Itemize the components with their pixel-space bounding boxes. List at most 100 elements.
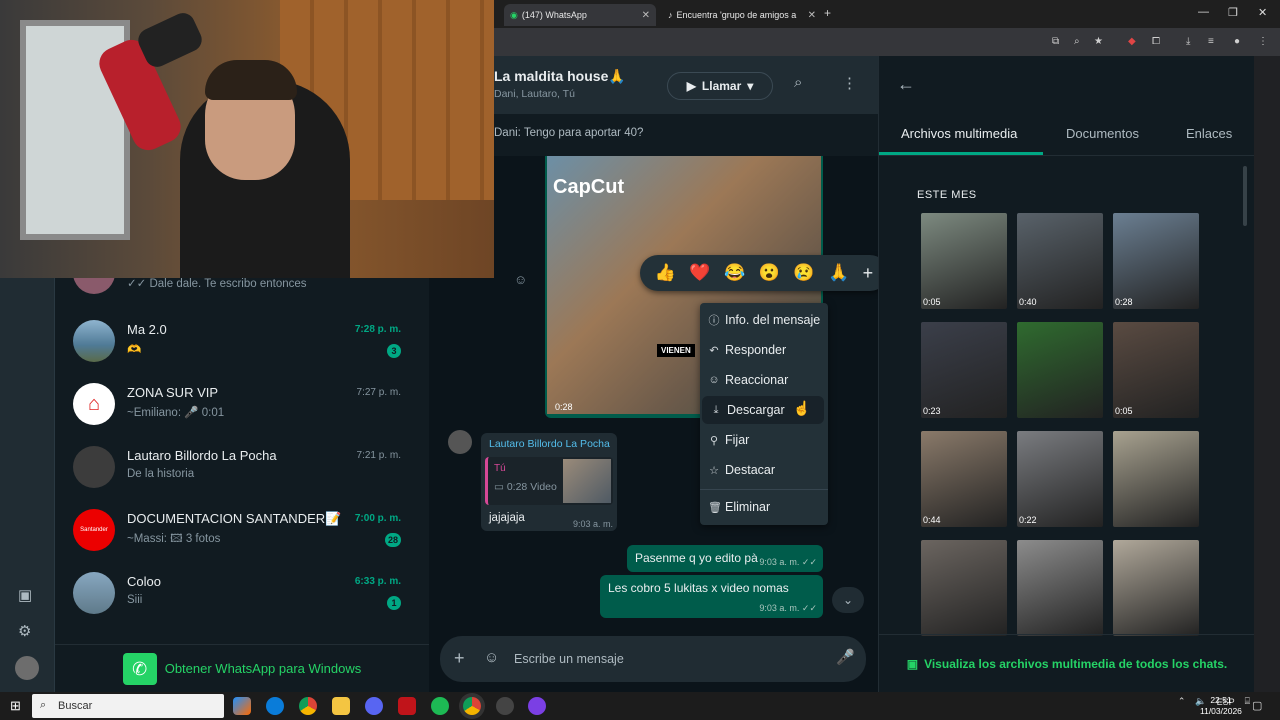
reaction-pray[interactable]: 🙏 [828, 263, 849, 283]
tab-documents[interactable]: Documentos [1066, 126, 1139, 141]
back-arrow-icon[interactable]: ← [897, 74, 915, 95]
view-all-media-link[interactable]: ▣ Visualiza los archivos multimedia de t… [879, 634, 1255, 692]
reaction-wow[interactable]: 😮 [759, 263, 780, 283]
media-thumbnail[interactable] [1017, 540, 1103, 636]
chat-list-item[interactable]: ⌂ ZONA SUR VIP 7:27 p. m. ~Emiliano: 🎤 0… [55, 375, 429, 438]
media-thumbnail[interactable] [921, 540, 1007, 636]
clock-date: 11/03/2026 [1200, 706, 1242, 716]
sender-avatar[interactable] [448, 430, 472, 454]
menu-item-label: Destacar [725, 463, 776, 477]
settings-gear-icon[interactable]: ⚙ [18, 622, 31, 640]
tab-tiktok[interactable]: ♪ Encuentra 'grupo de amigos a ✕ [662, 4, 822, 26]
avatar [73, 572, 115, 614]
taskbar-search[interactable]: ⌕ Buscar [32, 694, 224, 718]
voicemod-app-icon[interactable] [398, 697, 416, 715]
quoted-message[interactable]: Tú ▭ 0:28 Video [485, 457, 613, 505]
browser-menu-icon[interactable]: ⋮ [1258, 36, 1268, 47]
extension-icon[interactable]: ◆ [1128, 36, 1136, 47]
media-thumbnail[interactable]: 0:05 [1113, 322, 1199, 418]
conversation-header[interactable]: La maldita house🙏 Dani, Lautaro, Tú ▶ Ll… [494, 56, 878, 114]
profile-icon[interactable]: ● [1234, 36, 1240, 47]
chat-name: Lautaro Billordo La Pocha [127, 448, 277, 463]
media-thumbnail[interactable] [1113, 431, 1199, 527]
bookmark-star-icon[interactable]: ★ [1094, 36, 1103, 47]
edge-app-icon[interactable] [266, 697, 284, 715]
close-window-icon[interactable]: ✕ [1258, 6, 1267, 19]
call-button[interactable]: ▶ Llamar ▾ [667, 72, 773, 100]
outgoing-message[interactable]: Pasenme q yo edito pà 9:03 a. m. ✓✓ [627, 545, 823, 572]
chrome-active-app-icon[interactable] [463, 697, 481, 715]
reaction-heart[interactable]: ❤️ [689, 263, 710, 283]
menu-item-reply[interactable]: ↶ Responder [700, 336, 828, 364]
media-icon[interactable]: ▣ [18, 586, 32, 604]
download-icon[interactable]: ⤓ [1186, 36, 1190, 47]
sticker-icon[interactable]: ☺ [484, 649, 499, 666]
message-input[interactable] [514, 649, 814, 669]
chat-name: ZONA SUR VIP [127, 385, 219, 400]
chat-list-item[interactable]: Lautaro Billordo La Pocha 7:21 p. m. De … [55, 438, 429, 501]
media-thumbnail[interactable]: 0:05 [921, 213, 1007, 309]
incoming-message[interactable]: Lautaro Billordo La Pocha Tú ▭ 0:28 Vide… [481, 433, 617, 531]
media-thumbnail[interactable]: 0:40 [1017, 213, 1103, 309]
file-explorer-icon[interactable] [332, 697, 350, 715]
scrollbar[interactable] [1243, 166, 1247, 226]
scroll-to-bottom-button[interactable]: ⌄ [832, 587, 864, 613]
search-icon[interactable]: ⌕ [794, 74, 802, 91]
react-smiley-icon[interactable]: ☺ [514, 272, 527, 287]
copilot-app-icon[interactable] [233, 697, 251, 715]
spotify-app-icon[interactable] [431, 697, 449, 715]
more-reactions-icon[interactable]: + [863, 263, 874, 284]
zoom-icon[interactable]: ⌕ [1074, 36, 1080, 47]
tab-media[interactable]: Archivos multimedia [901, 126, 1017, 141]
windows-start-icon[interactable]: ⊞ [10, 698, 21, 714]
minimize-icon[interactable]: — [1198, 6, 1209, 18]
media-thumbnail[interactable] [1017, 322, 1103, 418]
media-thumbnail[interactable]: 0:28 [1113, 213, 1199, 309]
reading-list-icon[interactable]: ≡ [1208, 36, 1214, 47]
new-tab-icon[interactable]: + [824, 6, 831, 20]
media-duration: 0:05 [923, 297, 941, 307]
close-tab-icon[interactable]: ✕ [642, 10, 650, 21]
chrome-app-icon[interactable] [299, 697, 317, 715]
media-thumbnail[interactable]: 0:22 [1017, 431, 1103, 527]
pinned-message[interactable]: Dani: Tengo para aportar 40? [494, 114, 878, 156]
chat-list-item[interactable]: Ma 2.0 7:28 p. m. 🫶 3 [55, 312, 429, 375]
tab-whatsapp[interactable]: ◉ (147) WhatsApp ✕ [504, 4, 656, 26]
outgoing-message[interactable]: Les cobro 5 lukitas x video nomas 9:03 a… [600, 575, 823, 618]
close-tab-icon[interactable]: ✕ [808, 10, 816, 21]
app-icon[interactable] [528, 697, 546, 715]
chat-list-item[interactable]: Coloo 6:33 p. m. Siii 1 [55, 564, 429, 627]
download-icon: ⤓ [713, 403, 719, 416]
discord-app-icon[interactable] [365, 697, 383, 715]
menu-divider [700, 489, 828, 490]
menu-item-delete[interactable]: 🗑 Eliminar [700, 493, 828, 521]
message-author[interactable]: Lautaro Billordo La Pocha [489, 438, 610, 450]
chevron-up-icon[interactable]: ⌃ [1178, 696, 1186, 707]
tab-links[interactable]: Enlaces [1186, 126, 1232, 141]
media-thumbnail[interactable]: 0:23 [921, 322, 1007, 418]
browser-toolbar: ⧉ ⌕ ★ ◆ ⧠ ⤓ ≡ ● ⋮ [494, 28, 1280, 56]
reaction-thumbs-up[interactable]: 👍 [655, 263, 676, 283]
more-options-icon[interactable]: ⋮ [842, 74, 857, 92]
media-thumbnail[interactable]: 0:44 [921, 431, 1007, 527]
microphone-icon[interactable]: 🎤 [836, 648, 855, 666]
network-icon[interactable]: ⌸ [1245, 696, 1250, 707]
menu-item-pin[interactable]: ⚲ Fijar [700, 426, 828, 454]
notification-icon[interactable]: ▢ [1252, 699, 1262, 712]
taskbar-clock[interactable]: 22:51 11/03/2026 [1200, 695, 1242, 717]
maximize-icon[interactable]: ❐ [1228, 6, 1238, 19]
chat-list-item[interactable]: Santander DOCUMENTACION SANTANDER📝 7:00 … [55, 501, 429, 564]
media-thumbnail[interactable] [1113, 540, 1199, 636]
obs-app-icon[interactable] [496, 697, 514, 715]
get-whatsapp-banner[interactable]: ✆ Obtener WhatsApp para Windows [55, 644, 429, 692]
reaction-laugh[interactable]: 😂 [724, 263, 745, 283]
extensions-puzzle-icon[interactable]: ⧠ [1152, 36, 1160, 47]
menu-item-info[interactable]: ⓘ Info. del mensaje [700, 306, 828, 334]
profile-avatar[interactable] [15, 656, 39, 680]
install-icon[interactable]: ⧉ [1052, 36, 1059, 47]
tab-title: (147) WhatsApp [521, 10, 587, 20]
reaction-sad[interactable]: 😢 [793, 263, 814, 283]
menu-item-star[interactable]: ☆ Destacar [700, 456, 828, 484]
attach-plus-icon[interactable]: + [454, 648, 465, 669]
menu-item-react[interactable]: ☺ Reaccionar [700, 366, 828, 394]
